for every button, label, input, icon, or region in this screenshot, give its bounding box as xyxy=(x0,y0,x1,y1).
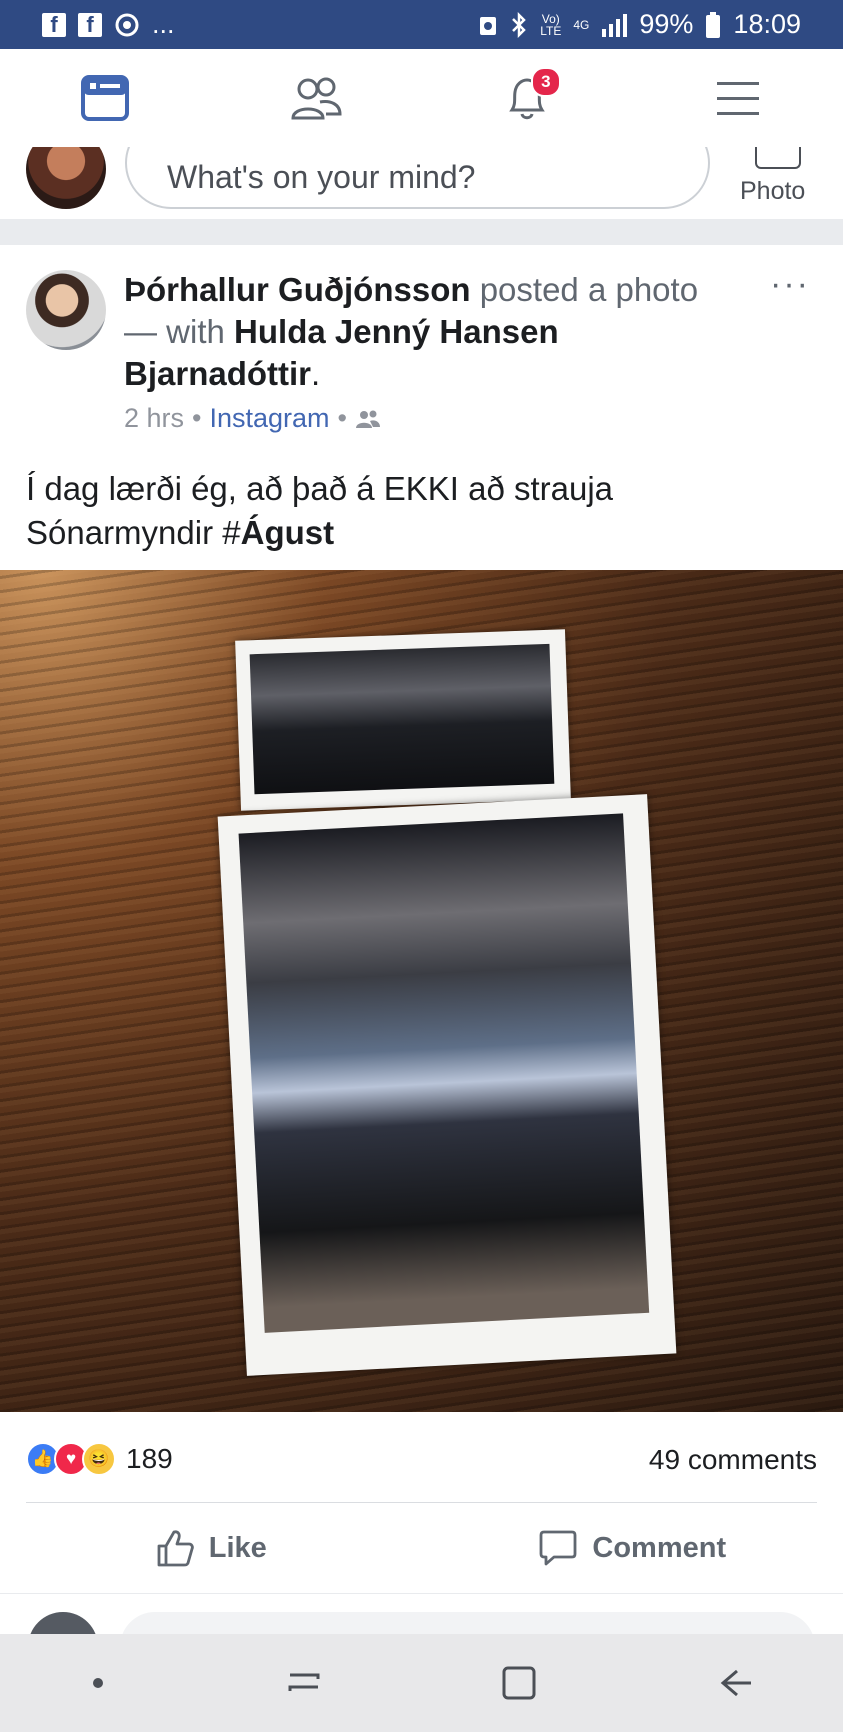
comment-icon xyxy=(539,1530,577,1566)
next-post-peek xyxy=(0,1593,843,1636)
user-avatar[interactable] xyxy=(26,147,106,209)
nav-notifications[interactable]: 3 xyxy=(487,63,567,133)
haha-reaction-icon: 😆 xyxy=(82,1442,116,1476)
network-type: 4G xyxy=(573,17,590,32)
ultrasound-print-top xyxy=(235,629,571,811)
photo-button[interactable]: Photo xyxy=(740,177,805,206)
battery-icon xyxy=(706,11,721,38)
comment-label: Comment xyxy=(592,1531,727,1564)
post-source[interactable]: Instagram xyxy=(209,403,329,434)
nav-news-feed[interactable] xyxy=(65,63,145,133)
system-nav-bar xyxy=(0,1634,843,1732)
post-photo[interactable] xyxy=(0,570,843,1412)
like-icon xyxy=(157,1530,194,1567)
post-more-button[interactable]: ··· xyxy=(770,265,810,304)
recycle-icon xyxy=(480,16,497,35)
ultrasound-scan xyxy=(238,813,650,1333)
bluetooth-icon xyxy=(512,11,527,38)
header-period: . xyxy=(311,355,321,392)
facebook-icon: f xyxy=(42,12,66,37)
post-meta: 2 hrs • Instagram • xyxy=(124,403,381,434)
meta-dot: • xyxy=(337,403,347,433)
engagement-counts: 👍 ♥ 😆 189 49 comments xyxy=(0,1412,843,1502)
with-text: — with xyxy=(124,313,225,350)
next-post-bubble[interactable] xyxy=(120,1612,815,1636)
post-action: posted a photo xyxy=(479,271,699,308)
meta-dot: • xyxy=(192,403,202,433)
status-right: Vo) LTE 4G 99% 18:09 xyxy=(478,9,801,40)
status-ellipsis: ... xyxy=(152,9,175,39)
status-bar: f f ... Vo) LTE 4G 99% 18:09 xyxy=(0,0,843,49)
news-feed-icon xyxy=(81,75,130,121)
post-text-line2: Sónarmyndir # xyxy=(26,514,241,551)
hashtag[interactable]: Águst xyxy=(241,514,335,551)
post-text-line1: Í dag lærði ég, að það á EKKI að strauja xyxy=(26,470,614,507)
menu-icon xyxy=(716,82,759,115)
ultrasound-print-bottom xyxy=(217,794,677,1376)
back-icon[interactable] xyxy=(715,1663,755,1703)
clock: 18:09 xyxy=(733,9,801,39)
reaction-count: 189 xyxy=(126,1443,173,1474)
status-left: f f ... xyxy=(42,9,175,40)
reactions-summary[interactable]: 👍 ♥ 😆 189 xyxy=(26,1442,173,1476)
post-time[interactable]: 2 hrs xyxy=(124,403,184,434)
comment-button[interactable]: Comment xyxy=(422,1503,843,1593)
recent-apps-icon[interactable] xyxy=(284,1663,324,1703)
composer: What's on your mind? Photo xyxy=(0,147,843,219)
nav-menu[interactable] xyxy=(698,63,778,133)
dot-icon[interactable] xyxy=(88,1673,108,1693)
home-icon[interactable] xyxy=(499,1663,539,1703)
like-label: Like xyxy=(208,1531,267,1564)
nav-friends[interactable] xyxy=(276,63,356,133)
signal-icon xyxy=(602,13,628,37)
feed-separator xyxy=(0,219,843,245)
next-post-avatar[interactable] xyxy=(28,1612,98,1636)
ultrasound-scan xyxy=(249,643,555,795)
status-input[interactable]: What's on your mind? xyxy=(125,147,710,209)
top-nav: 3 xyxy=(0,49,843,148)
author-avatar[interactable] xyxy=(26,270,106,350)
post-actions: Like Comment xyxy=(0,1503,843,1593)
author-name[interactable]: Þórhallur Guðjónsson xyxy=(124,271,471,308)
friends-icon xyxy=(291,77,342,120)
battery-percent: 99% xyxy=(639,9,694,39)
volte-indicator: Vo) LTE xyxy=(540,11,562,38)
photo-icon[interactable] xyxy=(755,147,801,169)
notification-badge: 3 xyxy=(530,67,561,97)
friends-audience-icon xyxy=(356,410,380,428)
post-text: Í dag lærði ég, að það á EKKI að strauja… xyxy=(26,467,806,555)
facebook-icon: f xyxy=(78,12,102,37)
comments-count[interactable]: 49 comments xyxy=(649,1444,817,1476)
like-button[interactable]: Like xyxy=(0,1503,422,1593)
sync-icon xyxy=(115,13,139,36)
post-header: Þórhallur Guðjónsson posted a photo — wi… xyxy=(124,269,724,395)
